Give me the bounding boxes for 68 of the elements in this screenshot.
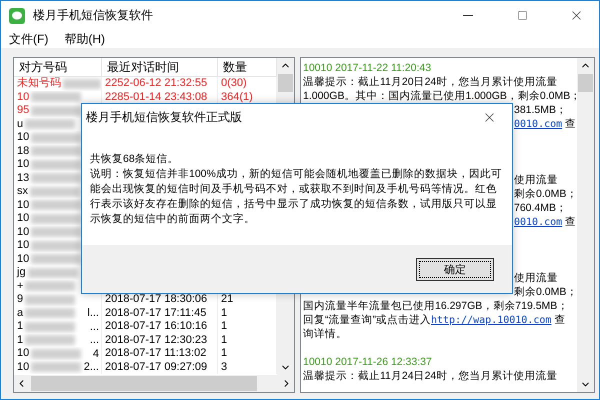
table-cell: 2018-07-17 11:13:02	[102, 347, 218, 360]
scrollbar-thumb[interactable]	[578, 74, 593, 92]
table-cell: 2018-07-17 17:11:45	[102, 306, 218, 320]
contact-cell: a l...	[14, 306, 102, 320]
scrollbar-thumb[interactable]	[278, 74, 293, 92]
minimize-icon	[463, 15, 473, 16]
chat-bubble-icon	[9, 8, 25, 24]
vertical-scrollbar[interactable]	[577, 58, 594, 392]
redaction-blur	[31, 173, 82, 184]
redaction-blur	[31, 132, 82, 143]
message-text: 询详情。	[303, 327, 347, 341]
message-text: 0010.com 查	[514, 215, 576, 229]
column-header[interactable]: 最近对话时间	[102, 58, 218, 77]
redaction-blur	[28, 268, 78, 278]
contact-cell: 10 2...	[14, 360, 102, 374]
table-cell: 2018-07-17 16:10:16	[102, 320, 218, 334]
message-text: 381.5MB；	[514, 103, 568, 117]
message-link[interactable]: 0010.com	[514, 119, 562, 130]
table-cell: 2252-06-12 21:32:55	[102, 77, 218, 90]
message-text: 1.000GB。其中：国内流量已使用1.000GB，剩余0.0MB；	[303, 89, 577, 103]
message-text: 使用流量	[514, 173, 558, 187]
message-link[interactable]: http://wap.10010.com	[431, 315, 552, 326]
redaction-blur	[31, 240, 82, 251]
message-header: 10010 2017-11-22 11:20:43	[303, 61, 432, 75]
redaction-blur	[31, 106, 82, 116]
redaction-blur	[63, 78, 101, 89]
message-link[interactable]: 0010.com	[514, 217, 562, 228]
contact-cell: 9	[14, 293, 102, 306]
redaction-blur	[30, 186, 80, 197]
message-text: 温馨提示：截止11月24日24时，您当月累计使用流量	[303, 369, 558, 383]
horizontal-scrollbar[interactable]	[14, 375, 294, 392]
redaction-blur	[25, 119, 76, 130]
menu-item[interactable]: 文件(F)	[7, 30, 50, 48]
contact-cell: 10	[14, 90, 102, 104]
redaction-blur	[25, 294, 76, 305]
redaction-blur	[31, 92, 82, 102]
message-header: 10010 2017-11-26 12:33:37	[303, 355, 432, 369]
redaction-blur	[31, 160, 82, 170]
redaction-blur	[31, 214, 82, 224]
message-text: 回复“流量查询”或点击进入http://wap.10010.com 查	[303, 313, 566, 327]
message-text: 温馨提示：截止11月20日24时，您当月累计使用流量	[303, 75, 558, 89]
redaction-blur	[25, 281, 76, 292]
message-text: 使用流量	[514, 271, 558, 285]
maximize-icon	[516, 10, 528, 21]
window-title: 楼月手机短信恢复软件	[33, 7, 154, 24]
contact-cell: 1 ...	[14, 334, 102, 347]
message-text: 剩余0.0MB；	[514, 187, 577, 201]
column-header[interactable]: 对方号码	[14, 58, 102, 77]
ok-button[interactable]: 确定	[416, 258, 494, 280]
redaction-blur	[25, 335, 76, 346]
redaction-blur	[31, 227, 82, 238]
message-text: 剩余0.0MB；	[514, 285, 577, 299]
contact-cell: 10 4	[14, 347, 102, 360]
redaction-blur	[31, 348, 82, 359]
message-text: 0010.com 查	[514, 117, 576, 131]
redaction-blur	[31, 200, 82, 210]
redaction-blur	[31, 146, 82, 156]
table-cell: 2018-07-17 09:27:09	[102, 360, 218, 374]
redaction-blur	[25, 308, 76, 318]
table-cell: 2018-07-17 12:30:23	[102, 334, 218, 347]
redaction-blur	[31, 254, 82, 264]
message-text: 国内流量半年流量包已使用16.297GB，剩余719.5MB；	[303, 299, 568, 313]
contact-cell: 1 ...	[14, 320, 102, 334]
menu-item[interactable]: 帮助(H)	[62, 30, 107, 48]
redaction-blur	[25, 322, 76, 332]
message-text: 760.4MB；	[514, 201, 568, 215]
redaction-blur	[31, 362, 82, 372]
contact-cell: 未知号码	[14, 77, 102, 90]
